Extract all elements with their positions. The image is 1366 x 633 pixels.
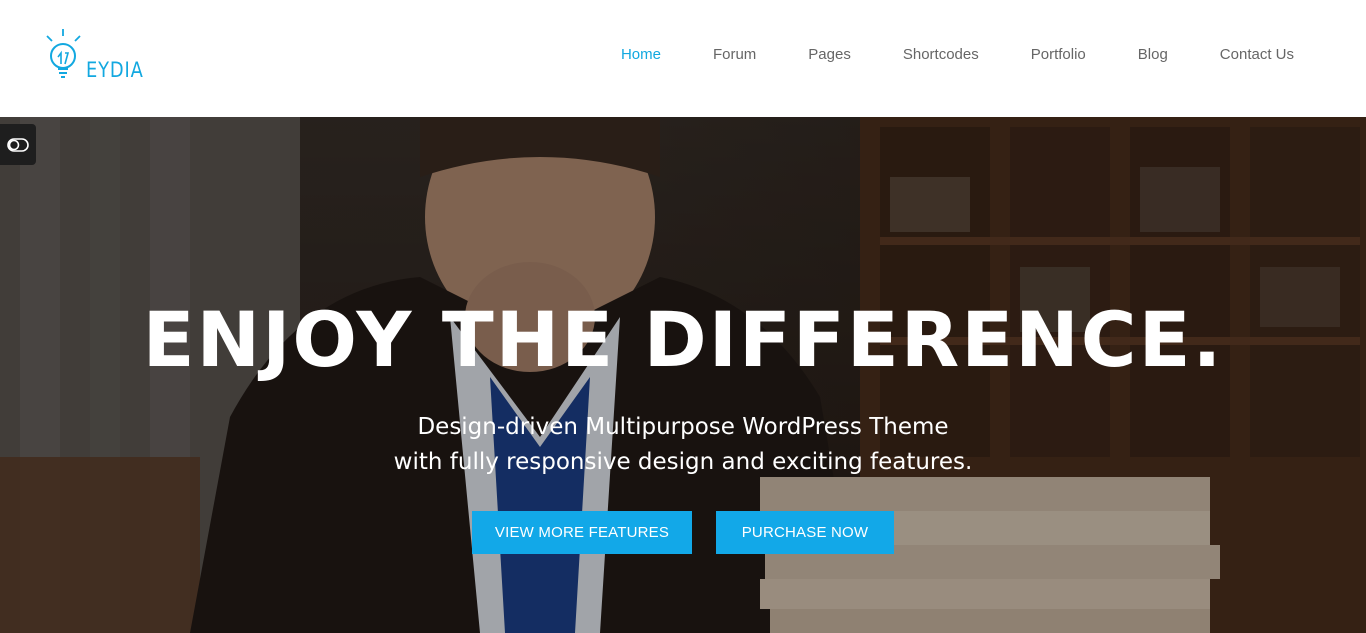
nav-item-forum[interactable]: Forum [687, 44, 782, 66]
toggle-icon [7, 137, 29, 152]
settings-toggle-button[interactable] [0, 124, 36, 165]
hero-subtitle-line-1: Design-driven Multipurpose WordPress The… [417, 414, 949, 440]
nav-item-shortcodes[interactable]: Shortcodes [877, 44, 1005, 66]
nav-item-blog[interactable]: Blog [1112, 44, 1194, 66]
nav-item-portfolio[interactable]: Portfolio [1005, 44, 1112, 66]
hero-title: ENJOY THE DIFFERENCE. [142, 295, 1224, 384]
logo-text: EYDIA [86, 58, 144, 82]
main-nav: Home Forum Pages Shortcodes Portfolio Bl… [595, 44, 1320, 66]
view-more-features-button[interactable]: VIEW MORE FEATURES [472, 511, 692, 554]
nav-item-pages[interactable]: Pages [782, 44, 877, 66]
nav-item-contact-us[interactable]: Contact Us [1194, 44, 1320, 66]
hero-subtitle: Design-driven Multipurpose WordPress The… [0, 410, 1366, 480]
lightbulb-icon [46, 29, 81, 78]
hero-subtitle-line-2: with fully responsive design and excitin… [393, 449, 973, 475]
site-logo[interactable]: EYDIA [44, 28, 144, 86]
hero-section: ENJOY THE DIFFERENCE. Design-driven Mult… [0, 117, 1366, 633]
site-header: EYDIA Home Forum Pages Shortcodes Portfo… [0, 0, 1366, 117]
purchase-now-button[interactable]: PURCHASE NOW [716, 511, 894, 554]
nav-item-home[interactable]: Home [595, 44, 687, 66]
